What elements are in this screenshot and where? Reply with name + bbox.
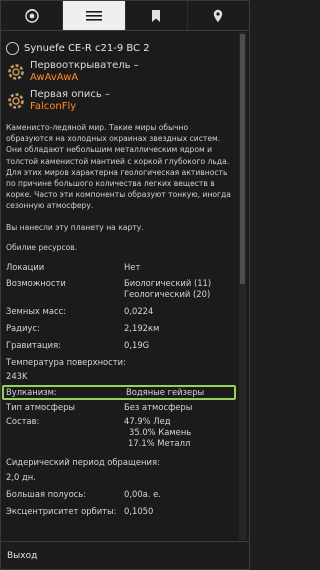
prop-label: Локации bbox=[6, 261, 45, 272]
bottom-bar: Выход bbox=[1, 541, 249, 569]
scrollbar[interactable] bbox=[239, 32, 246, 540]
system-name: Synuefe CE-R c21-9 BC 2 bbox=[24, 42, 150, 54]
prop-label: Большая полуось: bbox=[6, 488, 87, 499]
first-description-name: FalconFly bbox=[30, 101, 77, 112]
prop-label: Радиус: bbox=[6, 322, 40, 333]
prop-value: Геологический (20) bbox=[124, 288, 211, 299]
discoverer-gear-icon bbox=[8, 64, 24, 80]
prop-value: 35.0% Камень bbox=[129, 426, 192, 437]
prop-semi-major-axis: Большая полуось: 0,00а. е. bbox=[6, 489, 237, 500]
prop-value: Биологический (11) bbox=[124, 277, 212, 288]
prop-atmosphere-type: Тип атмосферы Без атмосферы bbox=[6, 402, 237, 413]
first-description-row: Первая опись – FalconFly bbox=[6, 89, 237, 116]
prop-sidereal-period: Сидерический период обращения: 2,0 дн. bbox=[6, 457, 237, 483]
tab-list[interactable] bbox=[63, 1, 126, 30]
discoverer-name: AwAvAwA bbox=[30, 72, 79, 83]
prop-value: 2,192км bbox=[124, 322, 160, 333]
prop-radius: Радиус: 2,192км bbox=[6, 323, 237, 334]
prop-possibilities: Возможности Биологический (11) Геологиче… bbox=[6, 278, 237, 300]
tab-system[interactable] bbox=[1, 1, 64, 30]
prop-value: 17.1% Металл bbox=[128, 437, 191, 448]
system-icon bbox=[24, 8, 39, 23]
list-icon bbox=[85, 10, 102, 21]
prop-value: 0,0224 bbox=[124, 305, 154, 316]
tab-bookmark[interactable] bbox=[126, 1, 188, 30]
prop-label: Тип атмосферы bbox=[6, 401, 75, 412]
prop-volcanism: Вулканизм: Водяные гейзеры bbox=[2, 384, 236, 400]
planet-icon bbox=[6, 41, 19, 55]
prop-locations: Локации Нет bbox=[6, 262, 237, 273]
prop-value: 47.9% Лед bbox=[124, 415, 171, 426]
mapped-notice: Вы нанесли эту планету на карту. bbox=[6, 222, 144, 232]
prop-earth-masses: Земных масс: 0,0224 bbox=[6, 306, 237, 317]
bookmark-icon bbox=[152, 9, 161, 22]
prop-value: Нет bbox=[124, 261, 141, 272]
resources-notice: Обилие ресурсов. bbox=[6, 242, 78, 252]
discoverer-row: Первооткрыватель – AwAvAwA bbox=[6, 60, 237, 87]
prop-value: Без атмосферы bbox=[124, 401, 193, 412]
prop-value: 2,0 дн. bbox=[6, 471, 36, 482]
tab-bar bbox=[1, 1, 249, 31]
prop-label: Сидерический период обращения: bbox=[6, 456, 160, 467]
system-row: Synuefe CE-R c21-9 BC 2 bbox=[6, 38, 237, 58]
detail-scroll-area[interactable]: Synuefe CE-R c21-9 BC 2 Первооткрыватель… bbox=[1, 32, 237, 540]
prop-label: Состав: bbox=[6, 415, 40, 426]
discoverer-label: Первооткрыватель – bbox=[30, 60, 139, 71]
prop-value: 0,1050 bbox=[124, 505, 154, 516]
prop-value: 243K bbox=[6, 370, 28, 381]
first-description-gear-icon bbox=[8, 93, 24, 109]
prop-label: Температура поверхности: bbox=[6, 356, 126, 367]
tab-location[interactable] bbox=[188, 1, 249, 30]
prop-label: Земных масс: bbox=[6, 305, 67, 316]
scrollbar-thumb[interactable] bbox=[240, 34, 245, 284]
prop-label: Гравитация: bbox=[6, 339, 61, 350]
location-pin-icon bbox=[214, 9, 223, 22]
prop-label: Эксцентриситет орбиты: bbox=[6, 505, 117, 516]
prop-eccentricity: Эксцентриситет орбиты: 0,1050 bbox=[6, 506, 237, 517]
planet-description: Каменисто-ледяной мир. Такие миры обычно… bbox=[6, 123, 231, 211]
prop-value: Водяные гейзеры bbox=[126, 386, 205, 397]
prop-label: Возможности bbox=[6, 277, 66, 288]
prop-gravity: Гравитация: 0,19G bbox=[6, 340, 237, 351]
prop-surface-temperature: Температура поверхности: 243K bbox=[6, 357, 237, 382]
prop-value: 0,00а. е. bbox=[124, 488, 161, 499]
first-description-label: Первая опись – bbox=[30, 89, 110, 100]
exit-button[interactable]: Выход bbox=[7, 551, 37, 561]
prop-composition: Состав: 47.9% Лед 35.0% Камень 17.1% Мет… bbox=[6, 416, 237, 449]
prop-label: Вулканизм: bbox=[6, 386, 57, 397]
prop-value: 0,19G bbox=[124, 339, 150, 350]
